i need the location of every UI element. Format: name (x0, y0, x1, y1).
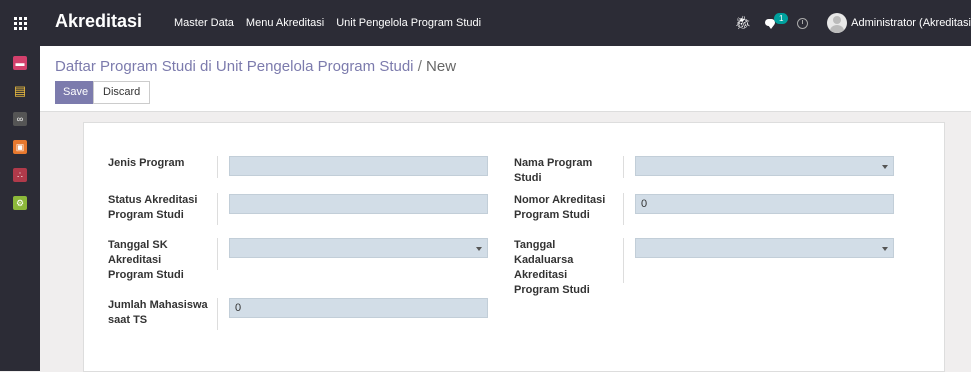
chevron-down-icon (476, 247, 482, 251)
avatar[interactable] (827, 13, 848, 33)
link-icon[interactable]: ∞ (13, 112, 27, 126)
tanggal-kadaluarsa-select[interactable] (635, 238, 894, 258)
breadcrumb-parent-link[interactable]: Daftar Program Studi di Unit Pengelola P… (55, 58, 414, 75)
breadcrumb-separator: / (417, 58, 422, 75)
menu-item-unit-pengelola[interactable]: Unit Pengelola Program Studi (336, 17, 481, 29)
save-button[interactable]: Save (55, 81, 97, 104)
label-jumlah-mahasiswa: Jumlah Mahasiswa saat TS (108, 298, 218, 330)
label-tanggal-sk: Tanggal SK Akreditasi Program Studi (108, 238, 218, 281)
grid-icon (13, 16, 27, 30)
share-icon[interactable]: ∴ (13, 168, 27, 182)
label-tanggal-kadaluarsa: Tanggal Kadaluarsa Akreditasi Program St… (514, 238, 624, 296)
systray: 🐞︎ 1 Administrator (Akreditasi (735, 0, 971, 46)
status-akreditasi-field[interactable] (229, 194, 488, 214)
label-jenis-program: Jenis Program (108, 156, 218, 178)
form-sheet: Jenis Program Status Akreditasi Program … (83, 122, 945, 372)
chevron-down-icon (882, 165, 888, 169)
notes-icon[interactable]: ▤ (13, 84, 27, 98)
menu-item-menu-akreditasi[interactable]: Menu Akreditasi (246, 17, 324, 29)
app-sidebar: ▬ ▤ ∞ ▣ ∴ ⚙ (0, 46, 40, 371)
main-menu: Master Data Menu Akreditasi Unit Pengelo… (174, 0, 493, 46)
document-icon[interactable]: ▣ (13, 140, 27, 154)
jenis-program-field[interactable] (229, 156, 488, 176)
label-nomor-akreditasi: Nomor Akreditasi Program Studi (514, 193, 624, 225)
apps-menu-button[interactable] (0, 0, 40, 46)
top-navbar: Akreditasi Master Data Menu Akreditasi U… (0, 0, 971, 46)
discard-button[interactable]: Discard (93, 81, 151, 104)
jumlah-mahasiswa-field[interactable]: 0 (229, 298, 488, 318)
label-nama-program-studi: Nama Program Studi (514, 156, 624, 184)
nomor-akreditasi-field[interactable]: 0 (635, 194, 894, 214)
tanggal-sk-select[interactable] (229, 238, 488, 258)
settings-icon[interactable]: ⚙ (13, 196, 27, 210)
discuss-icon[interactable]: ▬ (13, 56, 27, 70)
breadcrumb: Daftar Program Studi di Unit Pengelola P… (55, 58, 456, 75)
control-panel: Daftar Program Studi di Unit Pengelola P… (40, 46, 971, 112)
app-title[interactable]: Akreditasi (55, 11, 142, 32)
breadcrumb-current: New (426, 58, 457, 75)
menu-item-master-data[interactable]: Master Data (174, 17, 234, 29)
label-status-akreditasi: Status Akreditasi Program Studi (108, 193, 218, 225)
nama-program-studi-select[interactable] (635, 156, 894, 176)
message-count-badge: 1 (774, 13, 789, 24)
activity-clock-icon[interactable] (797, 17, 809, 29)
messages-icon[interactable]: 1 (765, 13, 789, 29)
chevron-down-icon (882, 247, 888, 251)
bug-icon[interactable]: 🐞︎ (735, 15, 752, 31)
user-menu[interactable]: Administrator (Akreditasi (851, 17, 971, 29)
